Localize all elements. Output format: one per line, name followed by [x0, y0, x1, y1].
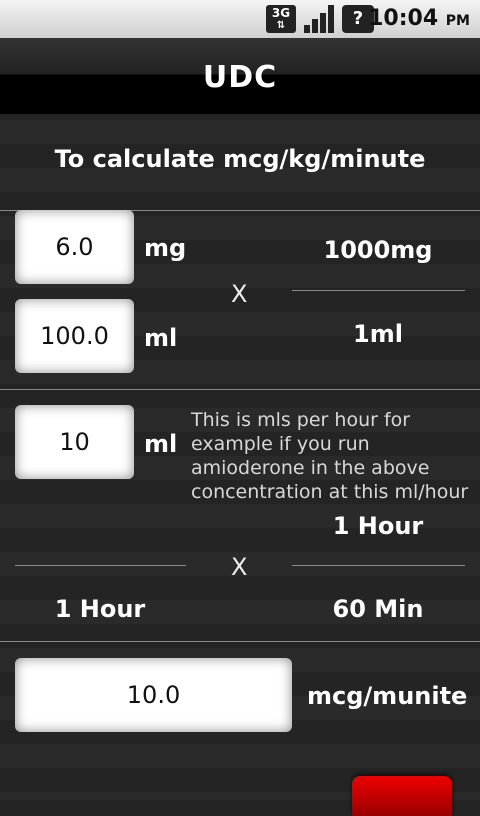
fraction-line	[15, 565, 186, 566]
network-3g-icon: 3G ⇅	[266, 5, 296, 33]
battery-symbol: ?	[352, 8, 364, 29]
rate-unit-label: ml	[144, 430, 178, 458]
one-hour-label: 1 Hour	[332, 512, 424, 540]
concentration-mg-label: 1000mg	[323, 236, 433, 264]
calculate-button[interactable]	[352, 776, 452, 816]
mg-input[interactable]: 6.0	[15, 210, 134, 284]
fraction-line	[292, 290, 465, 291]
hour-label: 1 Hour	[54, 595, 146, 623]
rate-help-text: This is mls per hour for example if you …	[191, 409, 469, 503]
status-bar: 3G ⇅ ? 10:04 PM	[0, 0, 480, 38]
result-unit-label: mcg/munite	[307, 682, 468, 710]
clock-time: 10:04	[368, 6, 439, 31]
concentration-ml-label: 1ml	[353, 320, 403, 348]
divider	[0, 389, 480, 390]
page-heading: To calculate mcg/kg/minute	[54, 145, 426, 173]
signal-strength-icon	[304, 5, 336, 33]
sixty-min-label: 60 Min	[332, 595, 424, 623]
multiply-sign: X	[231, 553, 248, 581]
divider	[0, 641, 480, 642]
result-output: 10.0	[15, 658, 292, 732]
ml-input[interactable]: 100.0	[15, 299, 134, 373]
status-clock: 10:04 PM	[368, 6, 470, 31]
data-arrows-icon: ⇅	[276, 20, 286, 31]
mg-unit-label: mg	[144, 234, 187, 262]
rate-input[interactable]: 10	[15, 405, 134, 479]
network-label: 3G	[271, 6, 291, 20]
app-title: UDC	[202, 60, 278, 95]
ml-unit-label: ml	[144, 324, 178, 352]
clock-ampm: PM	[445, 13, 470, 29]
fraction-line	[292, 565, 465, 566]
multiply-sign: X	[231, 280, 248, 308]
